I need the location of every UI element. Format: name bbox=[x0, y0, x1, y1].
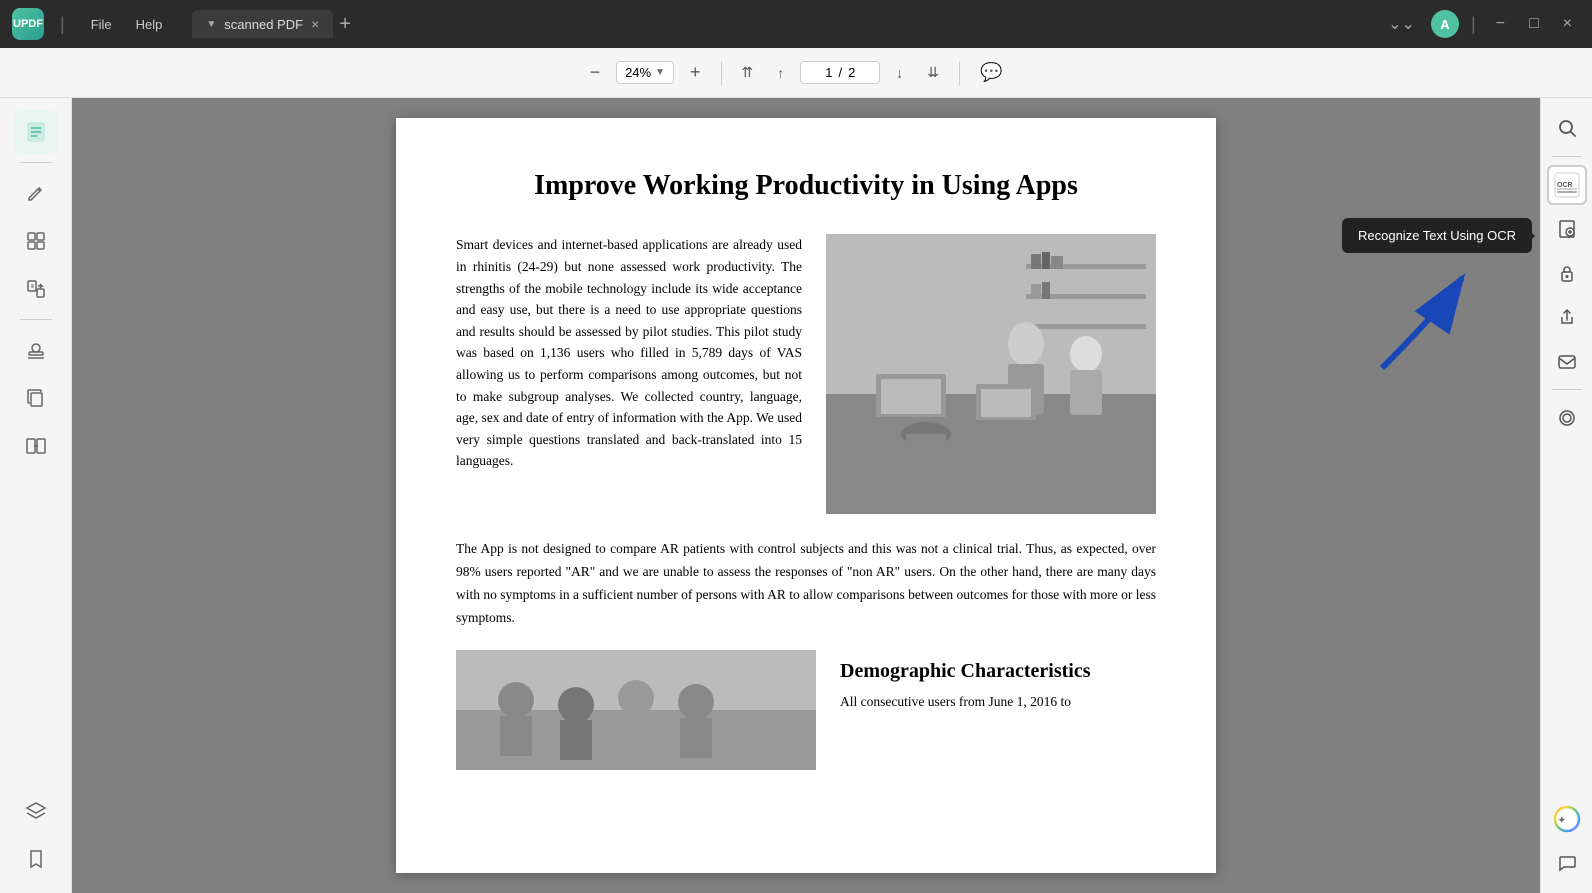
close-button[interactable]: × bbox=[1555, 11, 1580, 37]
share-button[interactable] bbox=[1547, 297, 1587, 337]
page-total: 2 bbox=[848, 65, 855, 80]
titlebar-actions: ⌄⌄ A | − □ × bbox=[1380, 10, 1580, 38]
pdf-section-block: Demographic Characteristics All consecut… bbox=[840, 650, 1156, 770]
action-divider: | bbox=[1471, 14, 1476, 35]
tab-label: scanned PDF bbox=[224, 17, 303, 32]
left-sidebar bbox=[0, 98, 72, 893]
sidebar-bottom bbox=[14, 789, 58, 881]
office-image-svg bbox=[826, 234, 1156, 514]
toolbar: − 24% ▼ + ⇈ ↑ 1 / 2 ↓ ⇊ 💬 bbox=[0, 48, 1592, 98]
go-next-button[interactable]: ↓ bbox=[888, 61, 911, 85]
tab-bar: ▼ scanned PDF × + bbox=[192, 10, 1368, 38]
tab-scanned-pdf[interactable]: ▼ scanned PDF × bbox=[192, 10, 333, 38]
toolbar-separator-1 bbox=[721, 61, 722, 85]
ocr-tooltip: Recognize Text Using OCR bbox=[1342, 218, 1532, 253]
menu-bar: File Help bbox=[81, 13, 173, 36]
titlebar: UPDF | File Help ▼ scanned PDF × + ⌄⌄ A … bbox=[0, 0, 1592, 48]
pdf-area[interactable]: Improve Working Productivity in Using Ap… bbox=[72, 98, 1540, 893]
email-button[interactable] bbox=[1547, 341, 1587, 381]
page-display: 1 / 2 bbox=[800, 61, 880, 84]
sidebar-icon-organize[interactable] bbox=[14, 219, 58, 263]
sidebar-icon-stamp[interactable] bbox=[14, 328, 58, 372]
pdf-image-2 bbox=[456, 650, 816, 770]
right-bottom: ✦ bbox=[1547, 799, 1587, 883]
tab-add-icon[interactable]: + bbox=[339, 13, 351, 36]
sidebar-icon-duplicate[interactable] bbox=[14, 376, 58, 420]
sidebar-icon-bookmark[interactable] bbox=[14, 837, 58, 881]
app-logo: UPDF bbox=[12, 8, 44, 40]
zoom-in-button[interactable]: + bbox=[682, 58, 709, 87]
svg-text:OCR: OCR bbox=[1557, 182, 1573, 189]
avatar[interactable]: A bbox=[1431, 10, 1459, 38]
sidebar-icon-convert[interactable] bbox=[14, 267, 58, 311]
go-prev-button[interactable]: ↑ bbox=[769, 61, 792, 85]
sidebar-icon-edit[interactable] bbox=[14, 171, 58, 215]
main-area: Improve Working Productivity in Using Ap… bbox=[0, 98, 1592, 893]
chat-button[interactable] bbox=[1547, 843, 1587, 883]
zoom-level: 24% bbox=[625, 65, 651, 80]
comment-button[interactable]: 💬 bbox=[972, 58, 1010, 87]
pdf-bottom-row: Demographic Characteristics All consecut… bbox=[456, 650, 1156, 770]
menu-file[interactable]: File bbox=[81, 13, 122, 36]
maximize-button[interactable]: □ bbox=[1521, 11, 1547, 37]
pdf-para2: The App is not designed to compare AR pa… bbox=[456, 538, 1156, 630]
pdf-para3: All consecutive users from June 1, 2016 … bbox=[840, 691, 1156, 714]
ocr-tooltip-text: Recognize Text Using OCR bbox=[1358, 228, 1516, 243]
search-button[interactable] bbox=[1547, 108, 1587, 148]
zoom-dropdown-icon: ▼ bbox=[655, 67, 665, 78]
stamps-button[interactable] bbox=[1547, 398, 1587, 438]
svg-text:✦: ✦ bbox=[1558, 815, 1566, 825]
zoom-out-button[interactable]: − bbox=[582, 58, 609, 87]
pdf-image-1 bbox=[826, 234, 1156, 514]
pdf-section-title: Demographic Characteristics bbox=[840, 660, 1156, 683]
pdf-content-row: Smart devices and internet-based applica… bbox=[456, 234, 1156, 514]
title-divider: | bbox=[60, 14, 65, 35]
go-first-button[interactable]: ⇈ bbox=[734, 60, 762, 85]
right-sep-1 bbox=[1552, 156, 1582, 157]
menu-help[interactable]: Help bbox=[126, 13, 173, 36]
sidebar-icon-reader[interactable] bbox=[14, 110, 58, 154]
tab-close-icon[interactable]: × bbox=[311, 16, 319, 32]
sidebar-icon-layers[interactable] bbox=[14, 789, 58, 833]
tab-dropdown-icon[interactable]: ▼ bbox=[206, 19, 216, 30]
sidebar-icon-compare[interactable] bbox=[14, 424, 58, 468]
page-current[interactable]: 1 bbox=[825, 65, 832, 80]
sidebar-sep-1 bbox=[20, 162, 52, 163]
toolbar-separator-2 bbox=[959, 61, 960, 85]
export-button[interactable] bbox=[1547, 209, 1587, 249]
expand-icon[interactable]: ⌄⌄ bbox=[1380, 10, 1423, 38]
go-last-button[interactable]: ⇊ bbox=[919, 60, 947, 85]
logo-icon: UPDF bbox=[12, 8, 44, 40]
right-sidebar: Recognize Text Using OCR O bbox=[1540, 98, 1592, 893]
right-sep-2 bbox=[1552, 389, 1582, 390]
protect-button[interactable] bbox=[1547, 253, 1587, 293]
ocr-button[interactable]: OCR bbox=[1547, 165, 1587, 205]
pdf-para1: Smart devices and internet-based applica… bbox=[456, 234, 802, 514]
page-separator: / bbox=[838, 65, 842, 80]
minimize-button[interactable]: − bbox=[1488, 11, 1513, 37]
logo-text: UPDF bbox=[13, 18, 43, 30]
sidebar-sep-2 bbox=[20, 319, 52, 320]
pdf-title: Improve Working Productivity in Using Ap… bbox=[456, 168, 1156, 204]
zoom-display[interactable]: 24% ▼ bbox=[616, 61, 674, 84]
ai-button[interactable]: ✦ bbox=[1547, 799, 1587, 839]
pdf-page: Improve Working Productivity in Using Ap… bbox=[396, 118, 1216, 873]
